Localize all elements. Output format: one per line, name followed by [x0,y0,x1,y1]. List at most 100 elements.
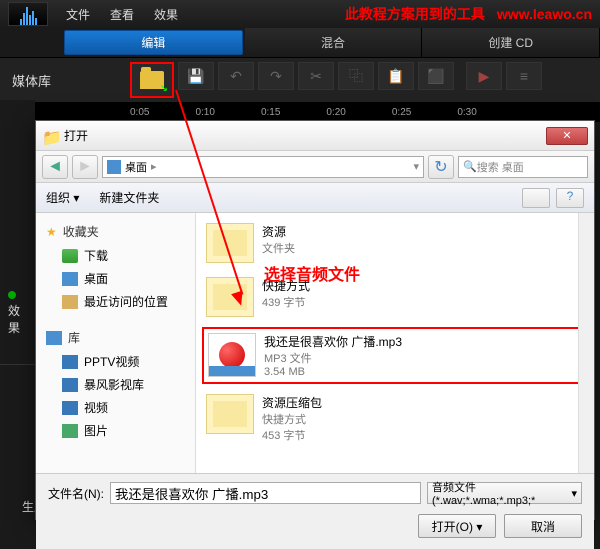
dialog-title: 打开 [64,127,546,144]
file-item-shortcut[interactable]: 快捷方式 439 字节 [202,273,588,321]
ruler-tick: 0:05 [130,107,149,118]
help-button[interactable]: ? [556,188,584,208]
sidebar-downloads[interactable]: 下载 [36,244,195,267]
folder-thumb-icon [206,277,254,317]
menu-effect[interactable]: 效果 [154,6,178,23]
annotation-select-audio: 选择音频文件 [264,261,360,285]
folder-thumb-icon [206,394,254,434]
file-item-folder[interactable]: 资源 文件夹 [202,219,588,267]
open-file-dialog: 📁 打开 ✕ ◄ ► 桌面 ▸ ▾ ↻ 🔍 搜索 桌面 组织 ▾ 新建文件夹 ?… [35,120,595,520]
file-name: 我还是很喜欢你 广播.mp3 [264,333,402,350]
recent-icon [62,295,78,309]
sidebar-recent[interactable]: 最近访问的位置 [36,290,195,313]
redo-button[interactable]: ↷ [258,62,294,90]
left-sidebar: 效果 [0,100,35,520]
open-button[interactable]: 打开(O) ▾ [418,514,496,538]
ruler-tick: 0:15 [261,107,280,118]
pictures-icon [62,424,78,438]
menu-view[interactable]: 查看 [110,6,134,23]
ruler-tick: 0:25 [392,107,411,118]
filename-input[interactable] [110,482,421,504]
file-meta: 439 字节 [262,294,310,310]
search-input[interactable]: 🔍 搜索 桌面 [458,156,588,178]
separator [458,62,462,90]
chevron-right-icon: ▸ [151,160,157,173]
import-arrow-icon: ↘ [160,83,168,94]
file-name: 资源压缩包 [262,394,322,411]
file-list: 资源 文件夹 选择音频文件 快捷方式 439 字节 我还是很喜欢你 广播.mp3… [196,213,594,473]
dialog-body: ★收藏夹 下载 桌面 最近访问的位置 库 PPTV视频 暴风影视库 视频 图片 … [36,213,594,473]
sidebar-effects[interactable]: 效果 [0,260,35,365]
download-icon [62,249,78,263]
close-button[interactable]: ✕ [546,127,588,145]
toolbar: ↘ 💾 ↶ ↷ ✂ ⿻ 📋 ⬛ ▶ ≡ [62,62,542,98]
banner-text: 此教程方案用到的工具 [345,6,485,22]
sidebar-storm[interactable]: 暴风影视库 [36,373,195,396]
tutorial-banner: 此教程方案用到的工具 www.leawo.cn [345,4,592,24]
breadcrumb[interactable]: 桌面 ▸ ▾ [102,156,424,178]
new-folder-button[interactable]: 新建文件夹 [99,189,159,206]
dialog-titlebar: 📁 打开 ✕ [36,121,594,151]
paste-button[interactable]: 📋 [378,62,414,90]
sidebar-pptv[interactable]: PPTV视频 [36,350,195,373]
favorites-group[interactable]: ★收藏夹 [36,219,195,244]
desktop-icon [62,272,78,286]
cancel-button[interactable]: 取消 [504,514,582,538]
file-size: 3.54 MB [264,366,402,378]
library-group[interactable]: 库 [36,325,195,350]
save-button[interactable]: 💾 [178,62,214,90]
library-icon [46,331,62,345]
tab-edit[interactable]: 编辑 [64,30,243,55]
back-button[interactable]: ◄ [42,155,68,179]
sidebar-pictures[interactable]: 图片 [36,419,195,442]
forward-button[interactable]: ► [72,155,98,179]
sidebar-desktop[interactable]: 桌面 [36,267,195,290]
dialog-icon: 📁 [42,128,58,144]
file-item-archive[interactable]: 资源压缩包 快捷方式 453 字节 [202,390,588,447]
media-library-label: 媒体库 [0,71,62,90]
filetype-select[interactable]: 音频文件(*.wav;*.wma;*.mp3;*▾ [427,482,582,504]
file-type: MP3 文件 [264,350,402,366]
file-item-mp3-selected[interactable]: 我还是很喜欢你 广播.mp3 MP3 文件 3.54 MB [202,327,588,384]
dialog-nav: ◄ ► 桌面 ▸ ▾ ↻ 🔍 搜索 桌面 [36,151,594,183]
organize-menu[interactable]: 组织 ▾ [46,189,79,206]
banner-url: www.leawo.cn [497,6,592,22]
copy-button[interactable]: ⿻ [338,62,374,90]
dialog-toolbar: 组织 ▾ 新建文件夹 ? [36,183,594,213]
file-meta: 453 字节 [262,427,322,443]
pptv-icon [62,355,78,369]
main-menu: 文件 查看 效果 [56,6,178,23]
open-file-button[interactable]: ↘ [130,62,174,98]
play-button[interactable]: ▶ [466,62,502,90]
desktop-icon [107,160,121,174]
file-name: 资源 [262,223,295,240]
ruler-tick: 0:20 [326,107,345,118]
toolbar-row: 媒体库 ↘ 💾 ↶ ↷ ✂ ⿻ 📋 ⬛ ▶ ≡ [0,58,600,102]
sidebar-video[interactable]: 视频 [36,396,195,419]
breadcrumb-location: 桌面 [125,159,147,175]
file-type: 快捷方式 [262,411,322,427]
dialog-footer: 文件名(N): 音频文件(*.wav;*.wma;*.mp3;*▾ 打开(O) … [36,473,594,549]
ruler-tick: 0:30 [457,107,476,118]
undo-button[interactable]: ↶ [218,62,254,90]
file-type: 文件夹 [262,240,295,256]
mode-tabs: 编辑 混合 创建 CD [0,28,600,58]
view-mode-button[interactable] [522,188,550,208]
menu-button[interactable]: ≡ [506,62,542,90]
video-icon [62,401,78,415]
tab-mix[interactable]: 混合 [245,28,423,57]
cut-button[interactable]: ✂ [298,62,334,90]
scrollbar[interactable] [578,213,594,473]
filename-label: 文件名(N): [48,485,104,502]
dialog-sidebar: ★收藏夹 下载 桌面 最近访问的位置 库 PPTV视频 暴风影视库 视频 图片 [36,213,196,473]
ruler-tick: 0:10 [195,107,214,118]
crop-button[interactable]: ⬛ [418,62,454,90]
storm-icon [62,378,78,392]
app-logo [8,2,48,26]
mp3-thumb-icon [208,333,256,377]
menu-file[interactable]: 文件 [66,6,90,23]
tab-create-cd[interactable]: 创建 CD [422,28,600,57]
refresh-button[interactable]: ↻ [428,155,454,179]
star-icon: ★ [46,225,57,239]
time-ruler: 0:05 0:10 0:15 0:20 0:25 0:30 [0,102,600,122]
